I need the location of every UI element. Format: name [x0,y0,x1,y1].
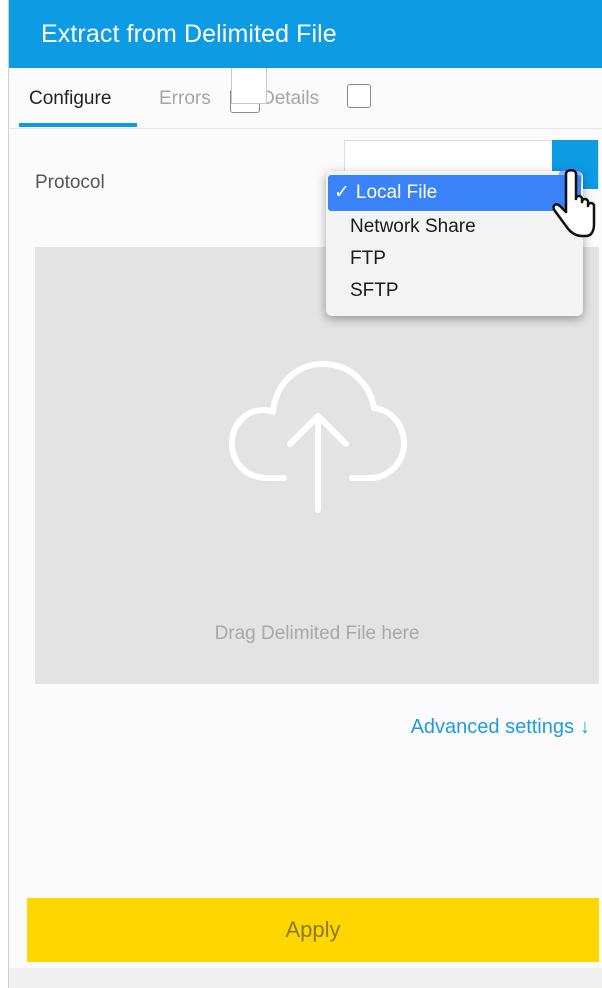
option-local-file[interactable]: ✓ Local File [328,175,581,211]
apply-button[interactable]: Apply [27,898,599,962]
tab-errors[interactable]: Errors [159,88,211,110]
protocol-dropdown-menu: ✓ Local File Network Share FTP SFTP [326,171,583,316]
dropzone-hint: Drag Delimited File here [214,623,420,644]
active-tab-indicator [19,123,137,127]
tab-bar: Configure Errors Details [9,68,602,129]
tab-details[interactable]: Details [261,88,319,110]
option-sftp[interactable]: SFTP [328,273,581,309]
option-ftp[interactable]: FTP [328,241,581,277]
checkmark-icon: ✓ [334,182,350,203]
arrow-down-icon: ↓ [580,716,590,738]
advanced-settings-link[interactable]: Advanced settings ↓ [411,716,590,739]
cloud-upload-icon [229,361,407,513]
page-title: Extract from Delimited File [41,20,337,48]
advanced-settings-label: Advanced settings [410,716,574,738]
protocol-label: Protocol [35,172,105,193]
option-label: Local File [355,182,438,203]
details-checkbox[interactable] [347,84,371,108]
option-network-share[interactable]: Network Share [328,209,581,245]
tab-configure[interactable]: Configure [29,88,111,110]
tooltip-box [231,68,267,104]
etl-panel: Extract from Delimited File Configure Er… [8,0,602,988]
footer-strip [9,968,602,988]
hand-pointer-icon [552,166,596,238]
title-bar: Extract from Delimited File [9,0,602,68]
